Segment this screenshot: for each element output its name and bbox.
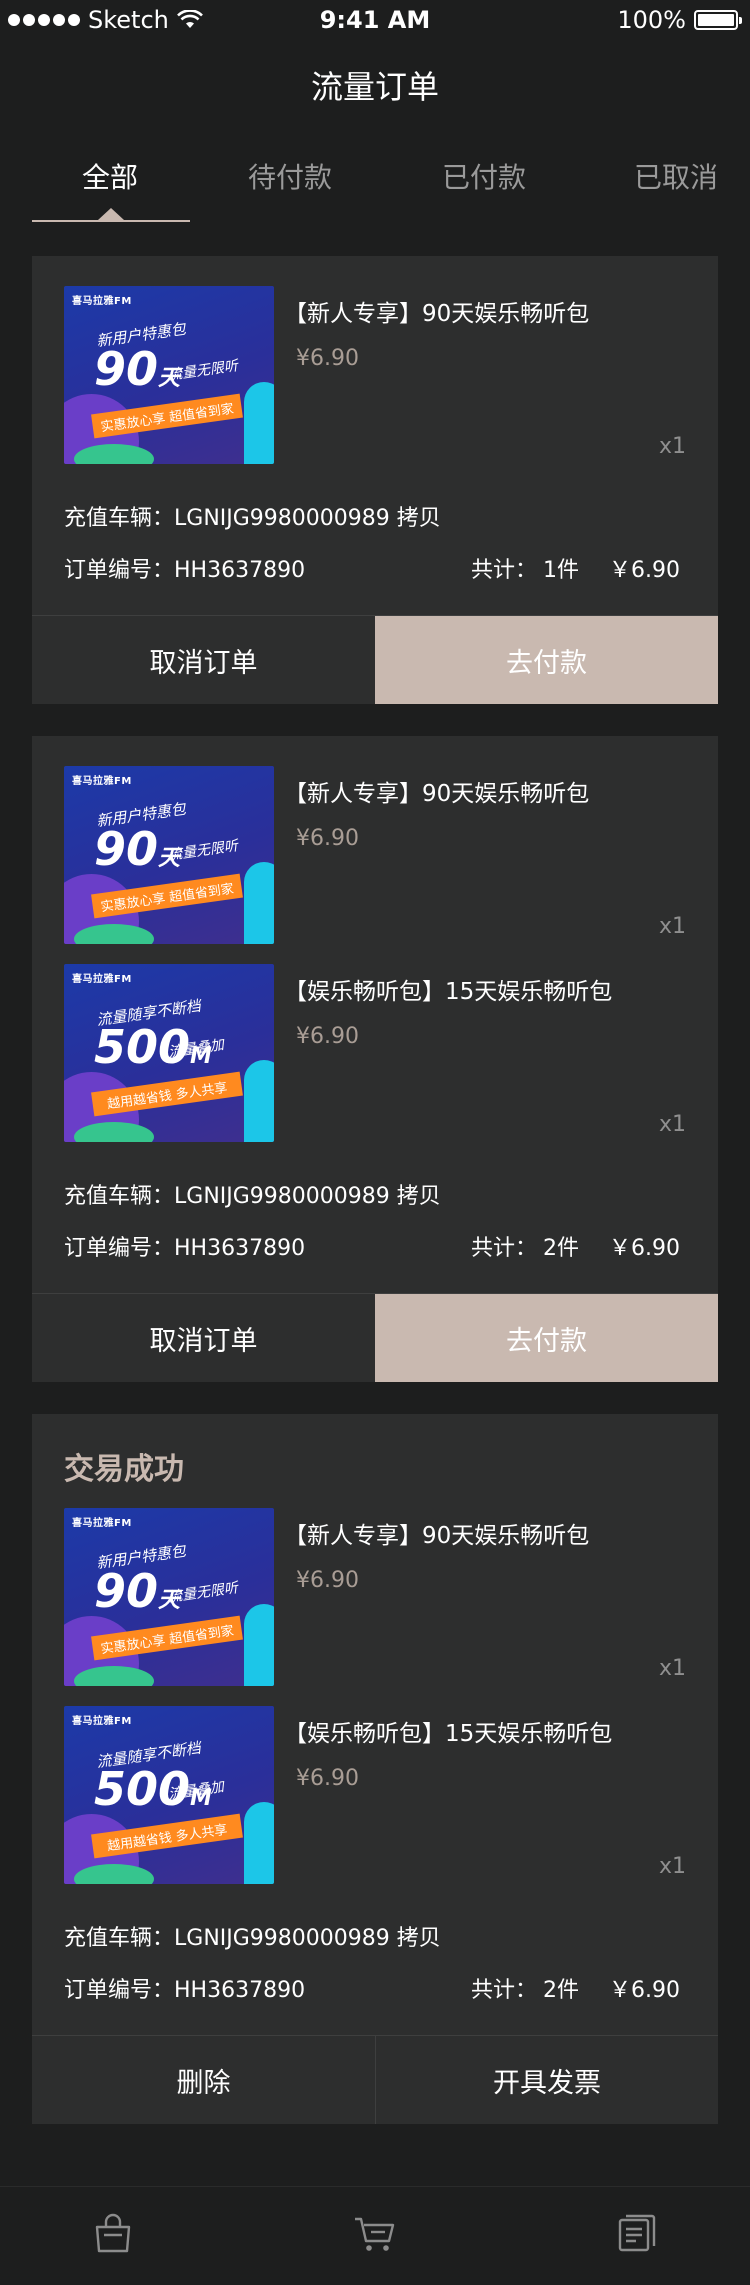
item-title: 【娱乐畅听包】15天娱乐畅听包 — [284, 1721, 613, 1747]
vehicle-info: 充值车辆：LGNIJG9980000989 拷贝 — [64, 1926, 441, 1951]
order-actions: 取消订单 去付款 — [32, 1293, 718, 1382]
brand-logo: 喜马拉雅FM — [72, 1518, 132, 1529]
brand-logo: 喜马拉雅FM — [72, 296, 132, 307]
item-quantity: x1 — [658, 1656, 686, 1681]
item-price: ¥6.90 — [296, 826, 359, 851]
brand-logo: 喜马拉雅FM — [72, 776, 132, 787]
active-tab-caret — [98, 208, 124, 220]
issue-invoice-button[interactable]: 开具发票 — [375, 2036, 718, 2124]
item-price: ¥6.90 — [296, 346, 359, 371]
tab-paid[interactable]: 已付款 — [442, 156, 526, 196]
order-item[interactable]: 喜马拉雅FM 新用户特惠包 90天 流量无限听 实惠放心享 超值省到家 【新人专… — [64, 286, 686, 464]
battery-icon — [694, 10, 742, 30]
order-item[interactable]: 喜马拉雅FM 新用户特惠包 90天 流量无限听 实惠放心享 超值省到家 【新人专… — [64, 766, 686, 944]
vehicle-info: 充值车辆：LGNIJG9980000989 拷贝 — [64, 506, 441, 531]
item-price: ¥6.90 — [296, 1024, 359, 1049]
shopping-bag-icon[interactable] — [90, 2211, 136, 2257]
delete-button[interactable]: 删除 — [32, 2036, 375, 2124]
order-number: 订单编号：HH3637890 — [64, 1978, 306, 2003]
item-title: 【新人专享】90天娱乐畅听包 — [284, 1523, 590, 1549]
item-quantity: x1 — [658, 1854, 686, 1879]
order-number: 订单编号：HH3637890 — [64, 1236, 306, 1261]
tab-pending-payment[interactable]: 待付款 — [248, 156, 332, 196]
tab-cancelled[interactable]: 已取消 — [634, 156, 718, 196]
item-quantity: x1 — [658, 914, 686, 939]
product-thumbnail: 喜马拉雅FM 新用户特惠包 90天 流量无限听 实惠放心享 超值省到家 — [64, 1508, 274, 1686]
tab-all[interactable]: 全部 — [82, 156, 138, 196]
order-number: 订单编号：HH3637890 — [64, 558, 306, 583]
brand-logo: 喜马拉雅FM — [72, 974, 132, 985]
item-title: 【娱乐畅听包】15天娱乐畅听包 — [284, 979, 613, 1005]
order-item[interactable]: 喜马拉雅FM 新用户特惠包 90天 流量无限听 实惠放心享 超值省到家 【新人专… — [64, 1508, 686, 1686]
order-card: 交易成功 喜马拉雅FM 新用户特惠包 90天 流量无限听 实惠放心享 超值省到家… — [32, 1414, 718, 2124]
product-thumbnail: 喜马拉雅FM 流量随享不断档 500M 流量叠加 越用越省钱 多人共享 — [64, 1706, 274, 1884]
cancel-order-button[interactable]: 取消订单 — [32, 616, 375, 704]
cancel-order-button[interactable]: 取消订单 — [32, 1294, 375, 1382]
item-quantity: x1 — [658, 434, 686, 459]
order-actions: 删除 开具发票 — [32, 2035, 718, 2124]
pay-button[interactable]: 去付款 — [375, 616, 718, 704]
pay-button[interactable]: 去付款 — [375, 1294, 718, 1382]
product-thumbnail: 喜马拉雅FM 流量随享不断档 500M 流量叠加 越用越省钱 多人共享 — [64, 964, 274, 1142]
bottom-tab-bar — [0, 2186, 750, 2285]
product-thumbnail: 喜马拉雅FM 新用户特惠包 90天 流量无限听 实惠放心享 超值省到家 — [64, 286, 274, 464]
item-quantity: x1 — [658, 1112, 686, 1137]
item-price: ¥6.90 — [296, 1568, 359, 1593]
vehicle-info: 充值车辆：LGNIJG9980000989 拷贝 — [64, 1184, 441, 1209]
order-total: 共计： 1件 ￥6.90 — [470, 558, 680, 583]
item-price: ¥6.90 — [296, 1766, 359, 1791]
orders-list-icon[interactable] — [614, 2211, 660, 2257]
active-tab-underline — [32, 220, 190, 222]
order-status: 交易成功 — [64, 1452, 184, 1487]
battery-percent: 100% — [617, 6, 686, 34]
status-bar: Sketch 9:41 AM 100% — [0, 0, 750, 40]
product-thumbnail: 喜马拉雅FM 新用户特惠包 90天 流量无限听 实惠放心享 超值省到家 — [64, 766, 274, 944]
order-tabs: 全部 待付款 已付款 已取消 — [0, 150, 750, 224]
order-card: 喜马拉雅FM 新用户特惠包 90天 流量无限听 实惠放心享 超值省到家 【新人专… — [32, 736, 718, 1382]
order-total: 共计： 2件 ￥6.90 — [470, 1236, 680, 1261]
item-title: 【新人专享】90天娱乐畅听包 — [284, 301, 590, 327]
order-card: 喜马拉雅FM 新用户特惠包 90天 流量无限听 实惠放心享 超值省到家 【新人专… — [32, 256, 718, 704]
page-title: 流量订单 — [310, 68, 439, 106]
order-total: 共计： 2件 ￥6.90 — [470, 1978, 680, 2003]
order-item[interactable]: 喜马拉雅FM 流量随享不断档 500M 流量叠加 越用越省钱 多人共享 【娱乐畅… — [64, 1706, 686, 1884]
order-actions: 取消订单 去付款 — [32, 615, 718, 704]
cart-icon[interactable] — [352, 2211, 398, 2257]
order-item[interactable]: 喜马拉雅FM 流量随享不断档 500M 流量叠加 越用越省钱 多人共享 【娱乐畅… — [64, 964, 686, 1142]
item-title: 【新人专享】90天娱乐畅听包 — [284, 781, 590, 807]
brand-logo: 喜马拉雅FM — [72, 1716, 132, 1727]
